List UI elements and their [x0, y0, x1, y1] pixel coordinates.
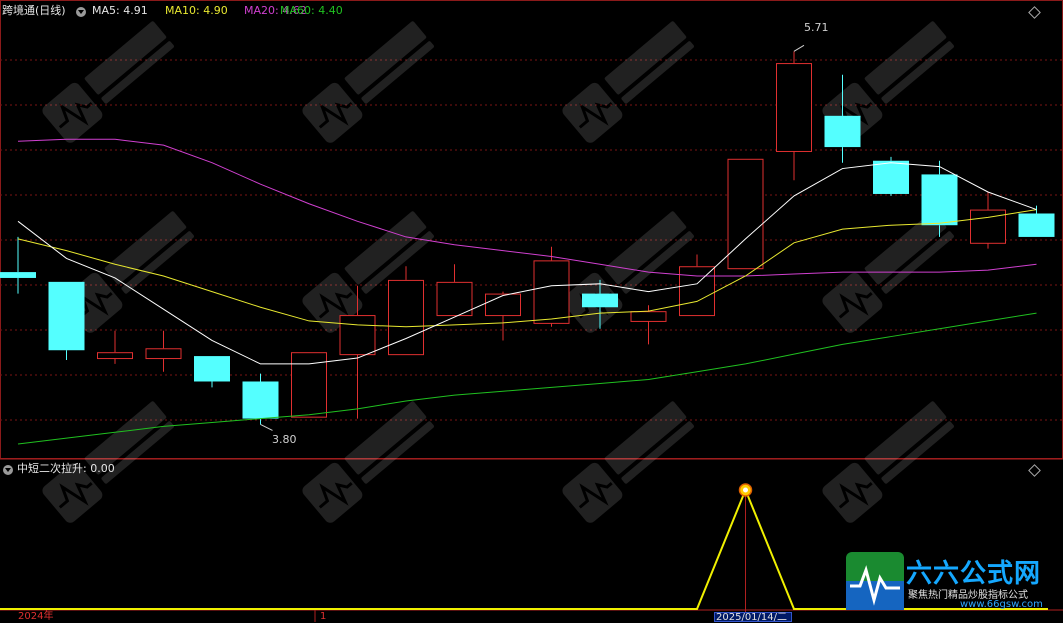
logo-url: www.66gsw.com	[960, 599, 1043, 610]
indicator-chevron-down-icon[interactable]	[3, 465, 13, 475]
watermark-icon	[42, 21, 174, 143]
ma5-readout: MA5: 4.91	[92, 4, 148, 18]
ma10-label: MA10:	[165, 4, 200, 17]
candle	[242, 373, 279, 425]
candle	[1018, 205, 1055, 237]
watermark-layer	[42, 21, 954, 523]
candle-body-down	[582, 293, 618, 308]
watermark-icon	[562, 21, 694, 143]
candle-body-up	[97, 352, 133, 360]
candle-body-down	[921, 174, 958, 226]
candle-body-up	[485, 293, 521, 317]
candle	[485, 291, 521, 341]
candle-body-down	[824, 115, 861, 148]
ma20-label: MA20:	[244, 4, 279, 17]
month-label: 1	[320, 611, 327, 622]
candle-body-down	[0, 272, 36, 278]
low-marker	[260, 424, 273, 431]
candle-body-up	[727, 158, 764, 270]
high-price-label: 5.71	[804, 21, 829, 34]
watermark-icon	[562, 401, 694, 523]
high-marker	[793, 44, 805, 52]
logo-title: 六六公式网	[906, 559, 1042, 589]
candle-body-up	[630, 311, 667, 322]
candle	[145, 330, 182, 372]
period-label: (日线)	[35, 4, 66, 17]
candle-body-up	[533, 260, 570, 324]
ma10-value: 4.90	[203, 4, 228, 17]
candle	[970, 192, 1006, 249]
candle	[679, 254, 715, 317]
candle-body-down	[1018, 213, 1055, 237]
ma60-label: MA60:	[280, 4, 315, 17]
indicator-value: : 0.00	[83, 462, 115, 475]
candle-body-up	[145, 348, 182, 360]
candle-body-down	[194, 356, 230, 382]
candle	[436, 264, 473, 317]
chevron-down-icon[interactable]	[76, 7, 86, 17]
candle-body-down	[873, 160, 909, 194]
candle	[727, 158, 764, 270]
kline-chart[interactable]	[0, 0, 1063, 622]
candle-body-up	[776, 63, 812, 152]
candle	[97, 330, 133, 364]
cursor-date-label: 2025/01/14/二	[714, 612, 792, 623]
candle	[776, 51, 812, 181]
stock-name: 跨境通(日线)	[2, 4, 66, 18]
candle	[388, 266, 424, 356]
watermark-icon	[302, 21, 434, 143]
stock-title: 跨境通	[2, 4, 35, 17]
indicator-title: 中短二次拉升: 0.00	[17, 462, 115, 476]
indicator-name: 中短二次拉升	[17, 462, 83, 475]
candle-body-down	[242, 381, 279, 419]
watermark-icon	[822, 401, 954, 523]
ma5-label: MA5:	[92, 4, 120, 17]
watermark-icon	[562, 211, 694, 333]
year-label: 2024年	[18, 611, 54, 622]
price-grid	[0, 0, 1063, 622]
low-price-label: 3.80	[272, 433, 297, 446]
candle	[194, 356, 230, 388]
candle-body-up	[339, 315, 376, 356]
candle	[48, 281, 85, 360]
candle-body-up	[679, 266, 715, 317]
candle-body-up	[436, 281, 473, 317]
candle-body-down	[48, 281, 85, 351]
watermark-icon	[822, 211, 954, 333]
ma10-readout: MA10: 4.90	[165, 4, 228, 18]
ma5-value: 4.91	[123, 4, 148, 17]
signal-dot-core	[743, 487, 748, 493]
ma60-readout: MA60: 4.40	[280, 4, 343, 18]
ma60-value: 4.40	[318, 4, 343, 17]
